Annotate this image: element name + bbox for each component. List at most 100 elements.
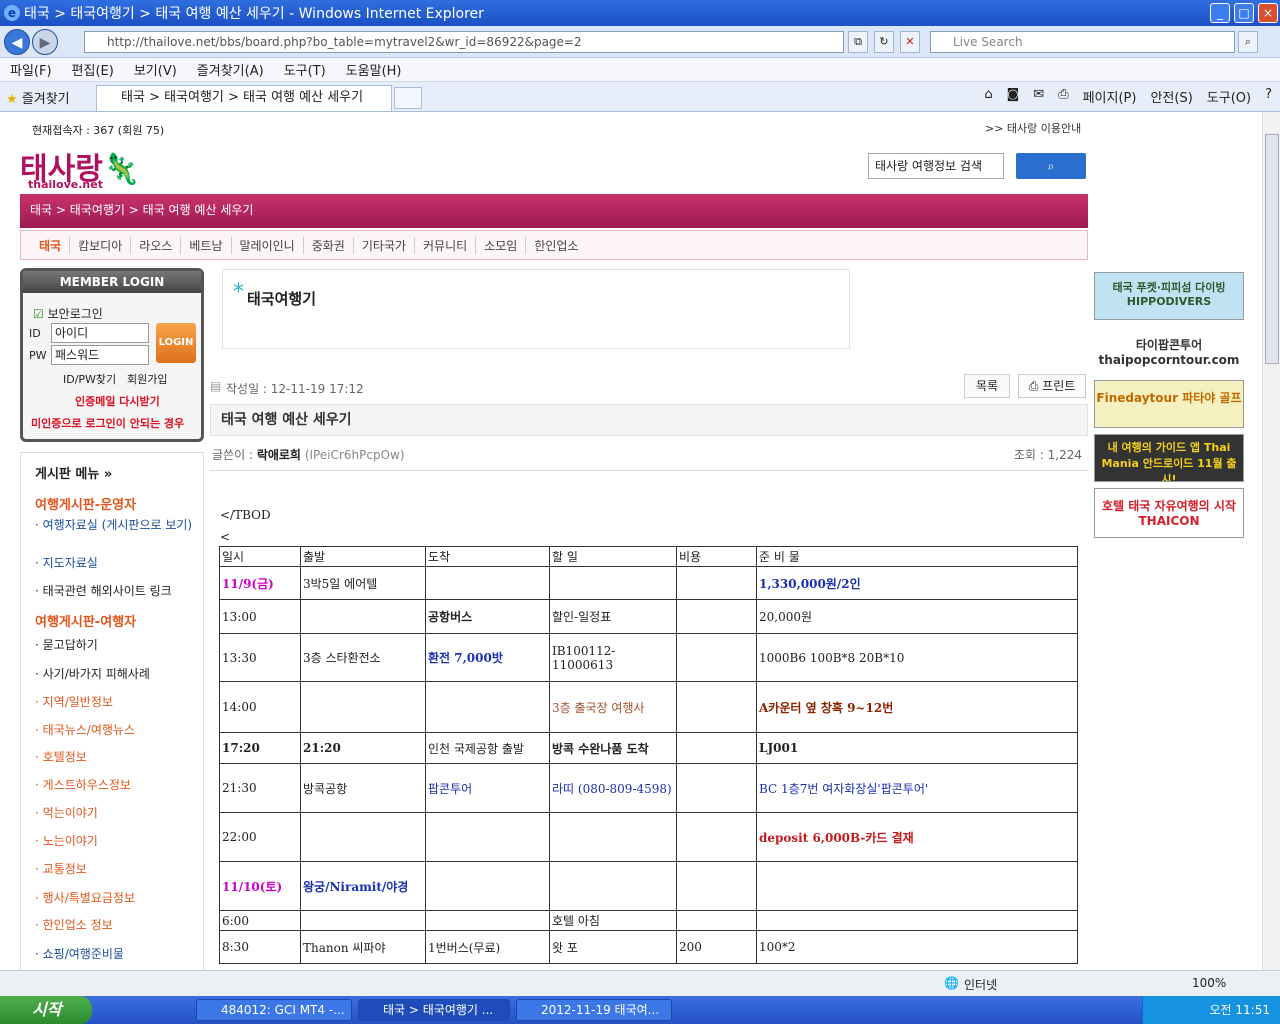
menu-item[interactable]: · 사기/바가지 피해사례 <box>35 665 150 682</box>
stop-icon[interactable]: ✕ <box>900 31 920 53</box>
table-row: 13:30 3층 스타환전소 환전 7,000밧 IB100112-110006… <box>219 633 1078 682</box>
menu-item[interactable]: · 묻고답하기 <box>35 636 98 653</box>
raw-text: < <box>220 530 231 544</box>
ad-banner[interactable]: 태국 푸켓·피피섬 다이빙 HIPPODIVERS <box>1094 272 1244 320</box>
close-button[interactable]: × <box>1258 3 1278 23</box>
group-operator: 여행게시판-운영자 <box>35 498 137 513</box>
forward-icon[interactable]: ▶ <box>32 29 58 55</box>
menu-item[interactable]: · 먹는이야기 <box>35 804 98 821</box>
menu-view[interactable]: 보기(V) <box>124 60 187 79</box>
menu-item[interactable]: · 여행자료실 (게시판으로 보기) <box>35 516 195 533</box>
asterisk-icon: * <box>233 280 244 305</box>
itinerary-table: 일시 출발 도착 할 일 비용 준 비 물 11/9(금) 3박5일 에어텔 1… <box>219 546 1078 964</box>
refresh-icon[interactable]: ↻ <box>874 31 894 53</box>
ad-banner[interactable]: 타이팝콘투어 thaipopcorntour.com <box>1094 328 1244 378</box>
menu-item[interactable]: · 한인업소 정보 <box>35 916 113 933</box>
menu-item[interactable]: · 호텔정보 <box>35 748 87 765</box>
nav-community[interactable]: 커뮤니티 <box>415 236 477 254</box>
nav-vietnam[interactable]: 베트남 <box>181 236 232 254</box>
site-logo[interactable]: 태사랑🦎 thailove.net <box>20 144 140 191</box>
view-count: 조회 : 1,224 <box>1013 448 1082 462</box>
guide-link[interactable]: >> 태사랑 이용안내 <box>985 120 1081 136</box>
search-go-icon[interactable]: ⌕ <box>1238 31 1258 53</box>
find-id-link[interactable]: ID/PW찾기 <box>63 371 116 387</box>
secure-login[interactable]: ☑ 보안로그인 <box>33 305 103 322</box>
table-cell: 3박5일 에어텔 <box>300 566 426 600</box>
menu-file[interactable]: 파일(F) <box>0 60 62 79</box>
new-tab-button[interactable] <box>394 87 422 109</box>
minimize-button[interactable]: _ <box>1210 3 1230 23</box>
pw-field[interactable]: 패스워드 <box>51 345 149 365</box>
page-menu[interactable]: 페이지(P) <box>1083 87 1137 106</box>
menu-item[interactable]: · 지도자료실 <box>35 554 98 571</box>
board-menu: 게시판 메뉴 » 여행게시판-운영자 · 여행자료실 (게시판으로 보기) · … <box>20 452 204 970</box>
mail-icon[interactable]: ✉ <box>1033 87 1044 106</box>
nav-other[interactable]: 기타국가 <box>354 236 416 254</box>
author-name[interactable]: 락애로희 <box>257 448 301 462</box>
checkbox-icon[interactable]: ☑ <box>33 307 44 321</box>
vertical-scrollbar[interactable] <box>1262 112 1280 970</box>
back-icon[interactable]: ◀ <box>4 29 30 55</box>
compat-icon[interactable]: ⧉ <box>848 31 868 53</box>
login-button[interactable]: LOGIN <box>156 323 196 363</box>
nav-laos[interactable]: 라오스 <box>131 236 182 254</box>
site-search-input[interactable]: 태사랑 여행정보 검색 <box>868 153 1004 179</box>
menu-item-label: 게스트하우스정보 <box>42 778 131 792</box>
print-icon[interactable]: ⎙ <box>1058 87 1068 106</box>
menu-item[interactable]: · 쇼핑/여행준비물 <box>35 945 124 962</box>
site-search-button[interactable]: ⌕ <box>1016 153 1086 179</box>
tools-menu[interactable]: 도구(O) <box>1207 87 1251 106</box>
help-icon[interactable]: ? <box>1265 87 1272 106</box>
table-cell <box>425 681 550 733</box>
favorites-button[interactable]: ★ 즐겨찾기 <box>6 88 70 107</box>
zoom-level[interactable]: 100% <box>1192 976 1226 990</box>
menu-item[interactable]: · 태국뉴스/여행뉴스 <box>35 721 135 738</box>
table-row: 13:00 공항버스 할인-일정표 20,000원 <box>219 599 1078 634</box>
command-bar: ⌂ ◙ ✉ ⎙ 페이지(P) 안전(S) 도구(O) ? <box>984 87 1272 106</box>
table-cell: BC 1층7번 여자화장실'팝콘투어' <box>756 763 1078 813</box>
maximize-button[interactable]: □ <box>1234 3 1254 23</box>
taskbar-item[interactable]: 태국 > 태국여행기 ... <box>358 999 510 1021</box>
nav-cambodia[interactable]: 캄보디아 <box>70 236 132 254</box>
notice-link[interactable]: 미인증으로 로그인이 안되는 경우 <box>31 415 184 431</box>
tab-current[interactable]: 태국 > 태국여행기 > 태국 여행 예산 세우기 <box>96 85 392 111</box>
live-search-input[interactable]: Live Search <box>930 31 1235 53</box>
list-button[interactable]: 목록 <box>964 374 1010 398</box>
menu-item-label: 태국관련 해외사이트 링크 <box>42 584 172 598</box>
menu-item[interactable]: · 게스트하우스정보 <box>35 776 131 793</box>
nav-groups[interactable]: 소모임 <box>476 236 527 254</box>
menu-item[interactable]: · 지역/일반정보 <box>35 693 113 710</box>
menu-tools[interactable]: 도구(T) <box>274 60 336 79</box>
menu-item[interactable]: · 교통정보 <box>35 860 87 877</box>
taskbar-item[interactable]: 484012: GCI MT4 -... <box>196 999 352 1021</box>
start-button[interactable]: 시작 <box>0 996 92 1024</box>
menu-item[interactable]: · 태국관련 해외사이트 링크 <box>35 582 172 599</box>
menu-item[interactable]: · 노는이야기 <box>35 832 98 849</box>
nav-korean-biz[interactable]: 한인업소 <box>526 237 586 254</box>
menu-favorites[interactable]: 즐겨찾기(A) <box>187 60 274 79</box>
safety-menu[interactable]: 안전(S) <box>1150 87 1192 106</box>
nav-china[interactable]: 중화권 <box>304 236 354 254</box>
table-cell: 22:00 <box>219 812 301 862</box>
table-cell <box>300 910 426 931</box>
join-link[interactable]: 회원가입 <box>127 371 167 387</box>
nav-malaysia[interactable]: 말레이인니 <box>232 236 304 254</box>
resend-link[interactable]: 인증메일 다시받기 <box>75 393 160 409</box>
id-field[interactable]: 아이디 <box>51 323 149 343</box>
taskbar-item[interactable]: 2012-11-19 태국여... <box>516 999 672 1021</box>
menu-item-label: 호텔정보 <box>42 750 87 764</box>
ad-banner[interactable]: Finedaytour 파타야 골프 <box>1094 380 1244 428</box>
menu-item-label: 지도자료실 <box>42 556 98 570</box>
ad-banner[interactable]: 호텔 태국 자유여행의 시작 THAICON <box>1094 488 1244 538</box>
print-button[interactable]: ⎙ 프린트 <box>1018 374 1086 398</box>
feed-icon[interactable]: ◙ <box>1007 87 1020 106</box>
menu-edit[interactable]: 편집(E) <box>62 60 124 79</box>
address-input[interactable]: http://thailove.net/bbs/board.php?bo_tab… <box>84 31 844 53</box>
home-icon[interactable]: ⌂ <box>984 87 992 106</box>
menu-help[interactable]: 도움말(H) <box>336 60 412 79</box>
ad-banner[interactable]: 내 여행의 가이드 앱 Thai Mania 안드로이드 11월 출시! <box>1094 434 1244 482</box>
menu-item[interactable]: · 행사/특별요금정보 <box>35 889 135 906</box>
menu-bar: 파일(F) 편집(E) 보기(V) 즐겨찾기(A) 도구(T) 도움말(H) <box>0 58 1280 82</box>
scrollbar-thumb[interactable] <box>1265 134 1279 364</box>
nav-thailand[interactable]: 태국 <box>31 236 71 254</box>
